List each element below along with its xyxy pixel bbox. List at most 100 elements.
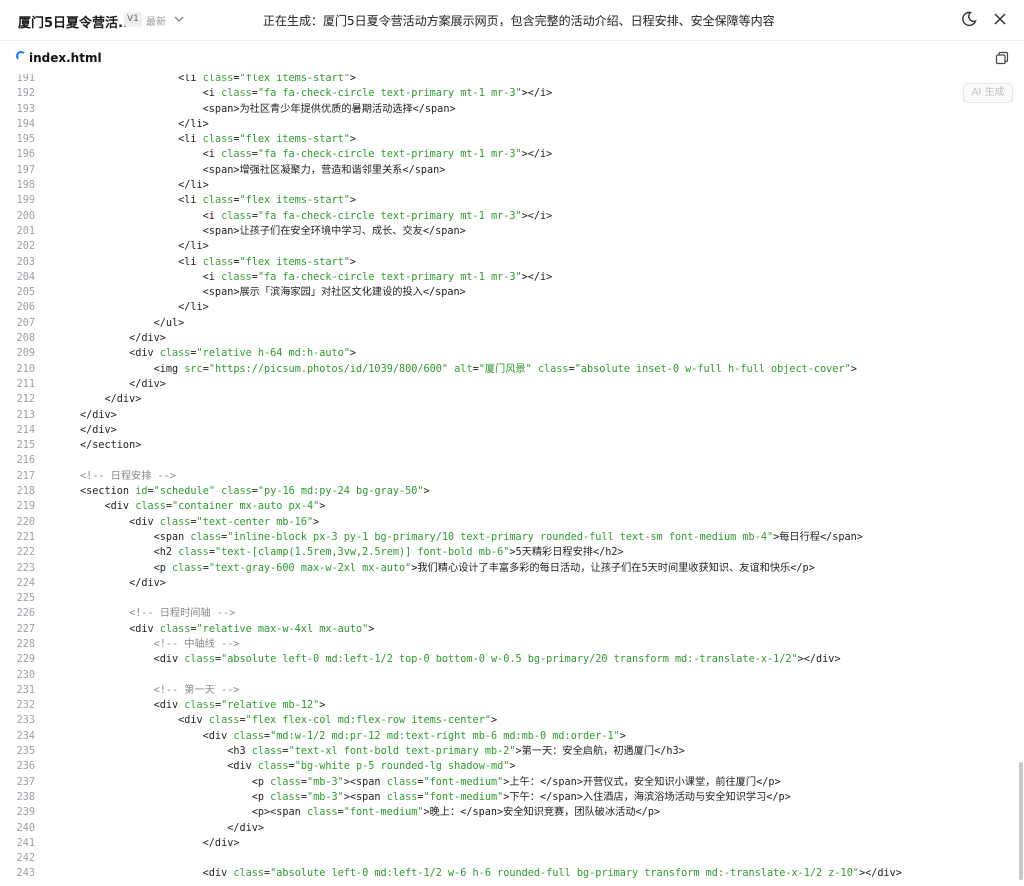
line-text: <p><span class="font-medium">晚上：</span>安… — [80, 807, 661, 819]
close-icon[interactable] — [991, 10, 1009, 28]
line-number: 224 — [16, 577, 35, 589]
code-line: 206 </li> — [0, 300, 1024, 315]
code-line: 194 </li> — [0, 117, 1024, 132]
code-line: 211 </div> — [0, 377, 1024, 392]
line-text: <li class="flex items-start"> — [80, 256, 357, 268]
line-text: </li> — [80, 302, 209, 314]
code-line: 228 <!-- 中轴线 --> — [0, 637, 1024, 652]
line-text: <li class="flex items-start"> — [80, 74, 357, 84]
project-title[interactable]: 厦门5日夏令营活... — [18, 12, 133, 31]
line-text: <div class="flex flex-col md:flex-row it… — [80, 715, 498, 727]
line-text: </div> — [80, 378, 166, 390]
line-number: 199 — [16, 195, 35, 207]
line-number: 204 — [16, 271, 35, 283]
code-line: 203 <li class="flex items-start"> — [0, 255, 1024, 270]
line-text: <span>增强社区凝聚力，营造和谐邻里关系</span> — [80, 164, 446, 176]
code-line: 200 <i class="fa fa-check-circle text-pr… — [0, 209, 1024, 224]
line-number: 225 — [16, 593, 35, 605]
line-number: 239 — [16, 807, 35, 819]
chevron-down-icon[interactable] — [172, 12, 186, 26]
code-line: 243 <div class="absolute left-0 md:left-… — [0, 866, 1024, 881]
line-text: <p class="mb-3"><span class="font-medium… — [80, 776, 781, 788]
code-line: 214 </div> — [0, 423, 1024, 438]
code-line: 205 <span>展示「滨海家园」对社区文化建设的投入</span> — [0, 285, 1024, 300]
line-number: 236 — [16, 761, 35, 773]
line-text: <!-- 第一天 --> — [80, 684, 240, 696]
code-line: 191 <li class="flex items-start"> — [0, 74, 1024, 86]
line-text: <!-- 中轴线 --> — [80, 638, 240, 650]
line-number: 227 — [16, 623, 35, 635]
line-number: 215 — [16, 440, 35, 452]
code-line: 224 </div> — [0, 576, 1024, 591]
line-number: 218 — [16, 486, 35, 498]
line-number: 226 — [16, 608, 35, 620]
line-number: 200 — [16, 210, 35, 222]
code-line: 236 <div class="bg-white p-5 rounded-lg … — [0, 759, 1024, 774]
line-number: 207 — [16, 317, 35, 329]
line-text: <div class="container mx-auto px-4"> — [80, 501, 326, 513]
line-text: <div class="absolute left-0 md:left-1/2 … — [80, 654, 841, 666]
line-text: <li class="flex items-start"> — [80, 195, 357, 207]
code-editor[interactable]: 191 <li class="flex items-start"> 192 <i … — [0, 74, 1024, 886]
line-number: 219 — [16, 501, 35, 513]
line-text: <img src="https://picsum.photos/id/1039/… — [80, 363, 857, 375]
code-line: 207 </ul> — [0, 316, 1024, 331]
line-text: <p class="mb-3"><span class="font-medium… — [80, 791, 791, 803]
line-text: <!-- 日程安排 --> — [80, 470, 176, 482]
code-lines: 191 <li class="flex items-start"> 192 <i … — [0, 74, 1024, 882]
code-line: 220 <div class="text-center mb-16"> — [0, 515, 1024, 530]
line-text: <div class="text-center mb-16"> — [80, 516, 320, 528]
code-line: 218 <section id="schedule" class="py-16 m… — [0, 484, 1024, 499]
code-line: 204 <i class="fa fa-check-circle text-pr… — [0, 270, 1024, 285]
line-text: <div class="md:w-1/2 md:pr-12 md:text-ri… — [80, 730, 626, 742]
line-number: 217 — [16, 470, 35, 482]
code-line: 234 <div class="md:w-1/2 md:pr-12 md:tex… — [0, 729, 1024, 744]
line-number: 209 — [16, 348, 35, 360]
line-text: </div> — [80, 822, 265, 834]
code-line: 230 — [0, 668, 1024, 683]
line-number: 206 — [16, 302, 35, 314]
line-text: <i class="fa fa-check-circle text-primar… — [80, 88, 553, 100]
code-line: 238 <p class="mb-3"><span class="font-me… — [0, 790, 1024, 805]
code-line: 201 <span>让孩子们在安全环境中学习、成长、交友</span> — [0, 224, 1024, 239]
code-line: 193 <span>为社区青少年提供优质的暑期活动选择</span> — [0, 102, 1024, 117]
line-text: <p class="text-gray-600 max-w-2xl mx-aut… — [80, 562, 815, 574]
copy-icon[interactable] — [995, 51, 1009, 65]
line-text: </li> — [80, 241, 209, 253]
code-line: 227 <div class="relative max-w-4xl mx-au… — [0, 622, 1024, 637]
line-number: 210 — [16, 363, 35, 375]
code-line: 210 <img src="https://picsum.photos/id/1… — [0, 362, 1024, 377]
code-line: 221 <span class="inline-block px-3 py-1 … — [0, 530, 1024, 545]
line-text: <h2 class="text-[clamp(1.5rem,3vw,2.5rem… — [80, 547, 624, 559]
code-line: 240 </div> — [0, 821, 1024, 836]
latest-label[interactable]: 最新 — [146, 13, 166, 28]
moon-icon[interactable] — [960, 10, 978, 28]
line-number: 235 — [16, 746, 35, 758]
line-text: <h3 class="text-xl font-bold text-primar… — [80, 746, 685, 758]
ai-generate-button[interactable]: AI 生成 — [963, 83, 1013, 103]
scrollbar[interactable] — [1019, 762, 1023, 880]
code-line: 192 <i class="fa fa-check-circle text-pr… — [0, 86, 1024, 101]
code-line: 225 — [0, 591, 1024, 606]
code-line: 229 <div class="absolute left-0 md:left-… — [0, 652, 1024, 667]
line-text: </div> — [80, 333, 166, 345]
code-line: 215 </section> — [0, 438, 1024, 453]
code-line: 197 <span>增强社区凝聚力，营造和谐邻里关系</span> — [0, 163, 1024, 178]
line-text: </div> — [80, 409, 117, 421]
line-number: 205 — [16, 287, 35, 299]
loading-spinner-icon — [16, 51, 26, 61]
line-text: <div class="bg-white p-5 rounded-lg shad… — [80, 761, 516, 773]
version-badge[interactable]: V1 — [124, 12, 142, 27]
file-name[interactable]: index.html — [29, 51, 102, 65]
code-line: 222 <h2 class="text-[clamp(1.5rem,3vw,2.… — [0, 545, 1024, 560]
code-line: 213 </div> — [0, 408, 1024, 423]
file-tab-bar: index.html — [0, 40, 1024, 74]
line-number: 198 — [16, 180, 35, 192]
line-text: <span>为社区青少年提供优质的暑期活动选择</span> — [80, 103, 456, 115]
line-number: 197 — [16, 164, 35, 176]
code-line: 208 </div> — [0, 331, 1024, 346]
code-line: 202 </li> — [0, 239, 1024, 254]
line-number: 211 — [16, 378, 35, 390]
line-number: 216 — [16, 455, 35, 467]
code-line: 232 <div class="relative mb-12"> — [0, 698, 1024, 713]
